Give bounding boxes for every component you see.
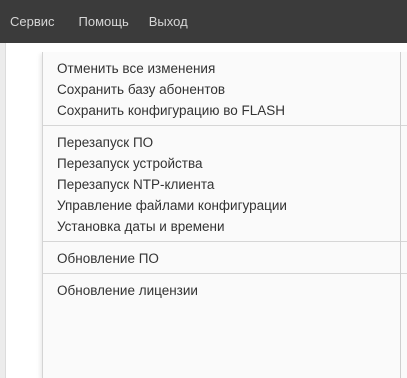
left-frame-edge bbox=[0, 43, 6, 378]
menu-help[interactable]: Помощь bbox=[69, 0, 139, 43]
menu-item-software-update[interactable]: Обновление ПО bbox=[43, 248, 407, 269]
menu-item-undo-all-changes[interactable]: Отменить все изменения bbox=[43, 58, 407, 79]
menu-item-set-date-time[interactable]: Установка даты и времени bbox=[43, 216, 407, 237]
menu-bar: Сервис Помощь Выход bbox=[0, 0, 407, 43]
menu-item-license-update[interactable]: Обновление лицензии bbox=[43, 280, 407, 301]
menu-item-restart-ntp-client[interactable]: Перезапуск NTP-клиента bbox=[43, 174, 407, 195]
service-dropdown-menu: Отменить все изменения Сохранить базу аб… bbox=[42, 52, 407, 378]
menu-item-save-config-flash[interactable]: Сохранить конфигурацию во FLASH bbox=[43, 100, 407, 121]
menu-item-save-subscriber-db[interactable]: Сохранить базу абонентов bbox=[43, 79, 407, 100]
menu-service[interactable]: Сервис bbox=[0, 0, 69, 43]
menu-item-restart-device[interactable]: Перезапуск устройства bbox=[43, 153, 407, 174]
menu-group-license: Обновление лицензии bbox=[43, 274, 407, 305]
menu-group-update: Обновление ПО bbox=[43, 242, 407, 274]
menu-group-save: Отменить все изменения Сохранить базу аб… bbox=[43, 52, 407, 126]
menu-item-restart-software[interactable]: Перезапуск ПО bbox=[43, 132, 407, 153]
right-frame-edge bbox=[400, 52, 401, 378]
menu-item-config-files[interactable]: Управление файлами конфигурации bbox=[43, 195, 407, 216]
menu-group-restart: Перезапуск ПО Перезапуск устройства Пере… bbox=[43, 126, 407, 242]
menu-exit[interactable]: Выход bbox=[139, 0, 198, 43]
